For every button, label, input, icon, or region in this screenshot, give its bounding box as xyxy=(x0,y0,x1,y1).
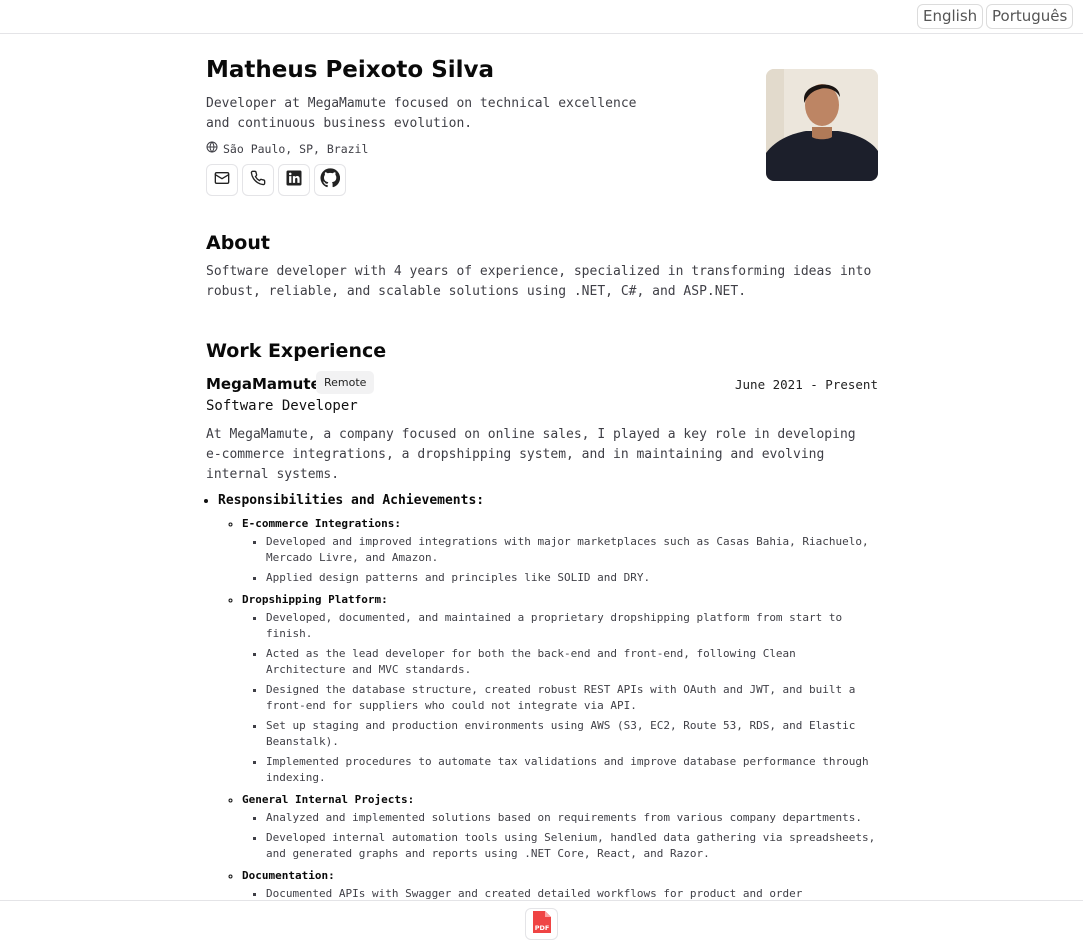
mail-icon xyxy=(214,170,230,191)
list-item: Applied design patterns and principles l… xyxy=(266,570,878,586)
profile-location[interactable]: São Paulo, SP, Brazil xyxy=(206,141,368,156)
list-item: Analyzed and implemented solutions based… xyxy=(266,810,878,826)
list-item: Implemented procedures to automate tax v… xyxy=(266,754,878,786)
group-title: E-commerce Integrations: xyxy=(242,517,401,530)
github-icon xyxy=(320,167,341,193)
github-button[interactable] xyxy=(314,164,346,196)
linkedin-icon xyxy=(285,169,303,192)
work-mode-badge: Remote xyxy=(316,371,375,394)
job-period: June 2021 - Present xyxy=(735,377,878,392)
list-item: Developed internal automation tools usin… xyxy=(266,830,878,862)
list-item: General Internal Projects: Analyzed and … xyxy=(242,790,878,862)
responsibilities-list: Responsibilities and Achievements: E-com… xyxy=(200,491,878,902)
list-item: Developed and improved integrations with… xyxy=(266,534,878,566)
language-portuguese-button[interactable]: Português xyxy=(986,4,1074,29)
list-item: E-commerce Integrations: Developed and i… xyxy=(242,514,878,586)
pdf-label: PDF xyxy=(534,924,549,932)
language-english-button[interactable]: English xyxy=(917,4,984,29)
group-title: Dropshipping Platform: xyxy=(242,593,388,606)
list-item: Designed the database structure, created… xyxy=(266,682,878,714)
profile-photo xyxy=(766,69,878,181)
group-items: Developed, documented, and maintained a … xyxy=(242,610,878,786)
list-item: Responsibilities and Achievements: E-com… xyxy=(218,491,878,902)
location-text: São Paulo, SP, Brazil xyxy=(223,141,369,156)
group-title: Documentation: xyxy=(242,869,335,882)
list-item: Set up staging and production environmen… xyxy=(266,718,878,750)
globe-icon xyxy=(206,141,218,156)
profile-name: Matheus Peixoto Silva xyxy=(206,57,495,83)
about-heading: About xyxy=(206,232,270,254)
pdf-file-icon: PDF xyxy=(531,909,553,940)
job-role: Software Developer xyxy=(206,398,358,414)
responsibilities-heading: Responsibilities and Achievements: xyxy=(218,493,485,508)
phone-button[interactable] xyxy=(242,164,274,196)
responsibilities-section: Responsibilities and Achievements: E-com… xyxy=(200,491,878,906)
list-item: Acted as the lead developer for both the… xyxy=(266,646,878,678)
top-bar: English Português xyxy=(0,0,1083,34)
linkedin-button[interactable] xyxy=(278,164,310,196)
group-title: General Internal Projects: xyxy=(242,793,415,806)
profile-tagline: Developer at MegaMamute focused on techn… xyxy=(206,96,637,131)
company-name: MegaMamute xyxy=(206,375,321,393)
responsibility-groups: E-commerce Integrations: Developed and i… xyxy=(218,514,878,902)
contact-buttons xyxy=(206,164,346,196)
bottom-bar: PDF xyxy=(0,900,1083,943)
work-experience-heading: Work Experience xyxy=(206,340,387,362)
phone-icon xyxy=(250,170,266,191)
about-text: Software developer with 4 years of exper… xyxy=(206,264,872,299)
list-item: Dropshipping Platform: Developed, docume… xyxy=(242,590,878,786)
list-item: Developed, documented, and maintained a … xyxy=(266,610,878,642)
group-items: Developed and improved integrations with… xyxy=(242,534,878,586)
group-items: Analyzed and implemented solutions based… xyxy=(242,810,878,862)
download-pdf-button[interactable]: PDF xyxy=(525,908,558,940)
job-description: At MegaMamute, a company focused on onli… xyxy=(206,427,856,482)
email-button[interactable] xyxy=(206,164,238,196)
list-item: Documentation: Documented APIs with Swag… xyxy=(242,866,878,902)
